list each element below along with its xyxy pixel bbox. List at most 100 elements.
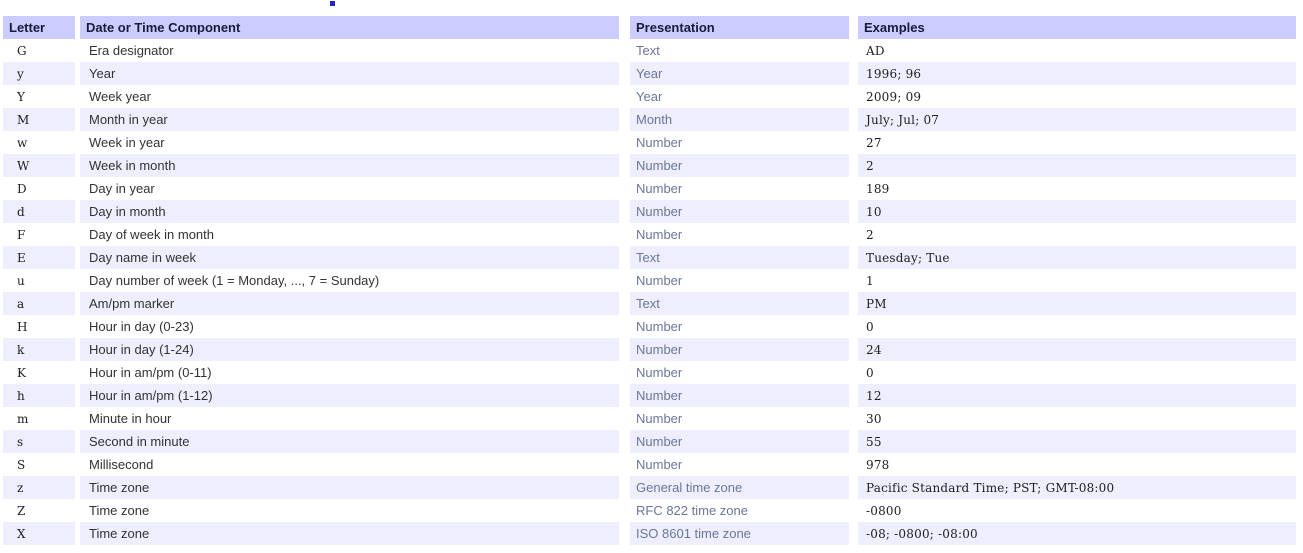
table-row: w Week in year Number 27 (3, 131, 1296, 154)
cell-examples: -08; -0800; -08:00 (858, 522, 1296, 545)
cell-gap-3 (849, 476, 858, 499)
cell-presentation: Number (630, 131, 849, 154)
cell-gap-2 (619, 39, 630, 62)
cell-letter: F (3, 223, 75, 246)
cell-component: Day name in week (80, 246, 619, 269)
cell-presentation: Number (630, 338, 849, 361)
cell-component: Hour in am/pm (0-11) (80, 361, 619, 384)
date-time-patterns-table: Letter Date or Time Component Presentati… (3, 16, 1296, 545)
cell-gap-3 (849, 430, 858, 453)
cell-component: Time zone (80, 522, 619, 545)
cell-gap-3 (849, 85, 858, 108)
cell-examples: 30 (858, 407, 1296, 430)
cell-component: Time zone (80, 476, 619, 499)
cell-gap-3 (849, 522, 858, 545)
cell-examples: 2 (858, 154, 1296, 177)
cell-examples: 189 (858, 177, 1296, 200)
cell-presentation: Year (630, 85, 849, 108)
table-row: K Hour in am/pm (0-11) Number 0 (3, 361, 1296, 384)
table-row: W Week in month Number 2 (3, 154, 1296, 177)
table-row: d Day in month Number 10 (3, 200, 1296, 223)
column-header-presentation: Presentation (630, 16, 849, 39)
cell-examples: 2009; 09 (858, 85, 1296, 108)
cell-gap-3 (849, 338, 858, 361)
cell-component: Hour in am/pm (1-12) (80, 384, 619, 407)
cell-gap-2 (619, 407, 630, 430)
cell-component: Day in month (80, 200, 619, 223)
cell-letter: m (3, 407, 75, 430)
table-body: G Era designator Text AD y Year Year 1996; 96 Y W… (3, 39, 1296, 545)
cell-component: Am/pm marker (80, 292, 619, 315)
cell-letter: u (3, 269, 75, 292)
cell-gap-2 (619, 522, 630, 545)
cell-presentation: Number (630, 154, 849, 177)
cell-component: Era designator (80, 39, 619, 62)
cell-presentation: RFC 822 time zone (630, 499, 849, 522)
cell-letter: K (3, 361, 75, 384)
cell-gap-3 (849, 453, 858, 476)
cell-presentation: Number (630, 453, 849, 476)
cell-gap-3 (849, 384, 858, 407)
cell-letter: S (3, 453, 75, 476)
cell-gap-3 (849, 269, 858, 292)
cell-presentation: Number (630, 384, 849, 407)
cell-gap-3 (849, 108, 858, 131)
cell-examples: Tuesday; Tue (858, 246, 1296, 269)
cell-component: Year (80, 62, 619, 85)
cell-examples: 2 (858, 223, 1296, 246)
cell-presentation: Number (630, 407, 849, 430)
table-row: D Day in year Number 189 (3, 177, 1296, 200)
cell-gap-2 (619, 131, 630, 154)
cell-gap-2 (619, 177, 630, 200)
cell-gap-3 (849, 315, 858, 338)
cell-gap-3 (849, 361, 858, 384)
table-header-row: Letter Date or Time Component Presentati… (3, 16, 1296, 39)
cell-gap-2 (619, 315, 630, 338)
cell-component: Week in year (80, 131, 619, 154)
column-header-examples: Examples (858, 16, 1296, 39)
table-row: y Year Year 1996; 96 (3, 62, 1296, 85)
cell-examples: PM (858, 292, 1296, 315)
cell-gap-2 (619, 223, 630, 246)
cell-gap-3 (849, 246, 858, 269)
cell-component: Week in month (80, 154, 619, 177)
cell-gap-3 (849, 131, 858, 154)
cell-examples: 978 (858, 453, 1296, 476)
cell-presentation: Number (630, 200, 849, 223)
cell-gap-3 (849, 499, 858, 522)
cell-examples: -0800 (858, 499, 1296, 522)
column-header-letter: Letter (3, 16, 75, 39)
cell-gap-3 (849, 62, 858, 85)
cell-letter: D (3, 177, 75, 200)
cell-letter: G (3, 39, 75, 62)
cell-gap-2 (619, 499, 630, 522)
table-row: Y Week year Year 2009; 09 (3, 85, 1296, 108)
cell-presentation: General time zone (630, 476, 849, 499)
cell-letter: Y (3, 85, 75, 108)
cell-gap-2 (619, 62, 630, 85)
cell-gap-2 (619, 384, 630, 407)
column-gap-2 (619, 16, 630, 39)
cell-letter: h (3, 384, 75, 407)
table-row: E Day name in week Text Tuesday; Tue (3, 246, 1296, 269)
table-row: S Millisecond Number 978 (3, 453, 1296, 476)
cell-presentation: Number (630, 177, 849, 200)
cell-gap-2 (619, 154, 630, 177)
column-gap-3 (849, 16, 858, 39)
cell-component: Second in minute (80, 430, 619, 453)
table-row: X Time zone ISO 8601 time zone -08; -0800; … (3, 522, 1296, 545)
cell-gap-3 (849, 292, 858, 315)
table-row: M Month in year Month July; Jul; 07 (3, 108, 1296, 131)
cell-component: Week year (80, 85, 619, 108)
cell-gap-2 (619, 338, 630, 361)
cell-letter: Z (3, 499, 75, 522)
cell-gap-3 (849, 407, 858, 430)
cell-component: Time zone (80, 499, 619, 522)
cell-presentation: ISO 8601 time zone (630, 522, 849, 545)
cell-gap-3 (849, 200, 858, 223)
cell-gap-3 (849, 39, 858, 62)
column-header-component: Date or Time Component (80, 16, 619, 39)
table-row: a Am/pm marker Text PM (3, 292, 1296, 315)
table-header: Letter Date or Time Component Presentati… (3, 16, 1296, 39)
cell-letter: d (3, 200, 75, 223)
